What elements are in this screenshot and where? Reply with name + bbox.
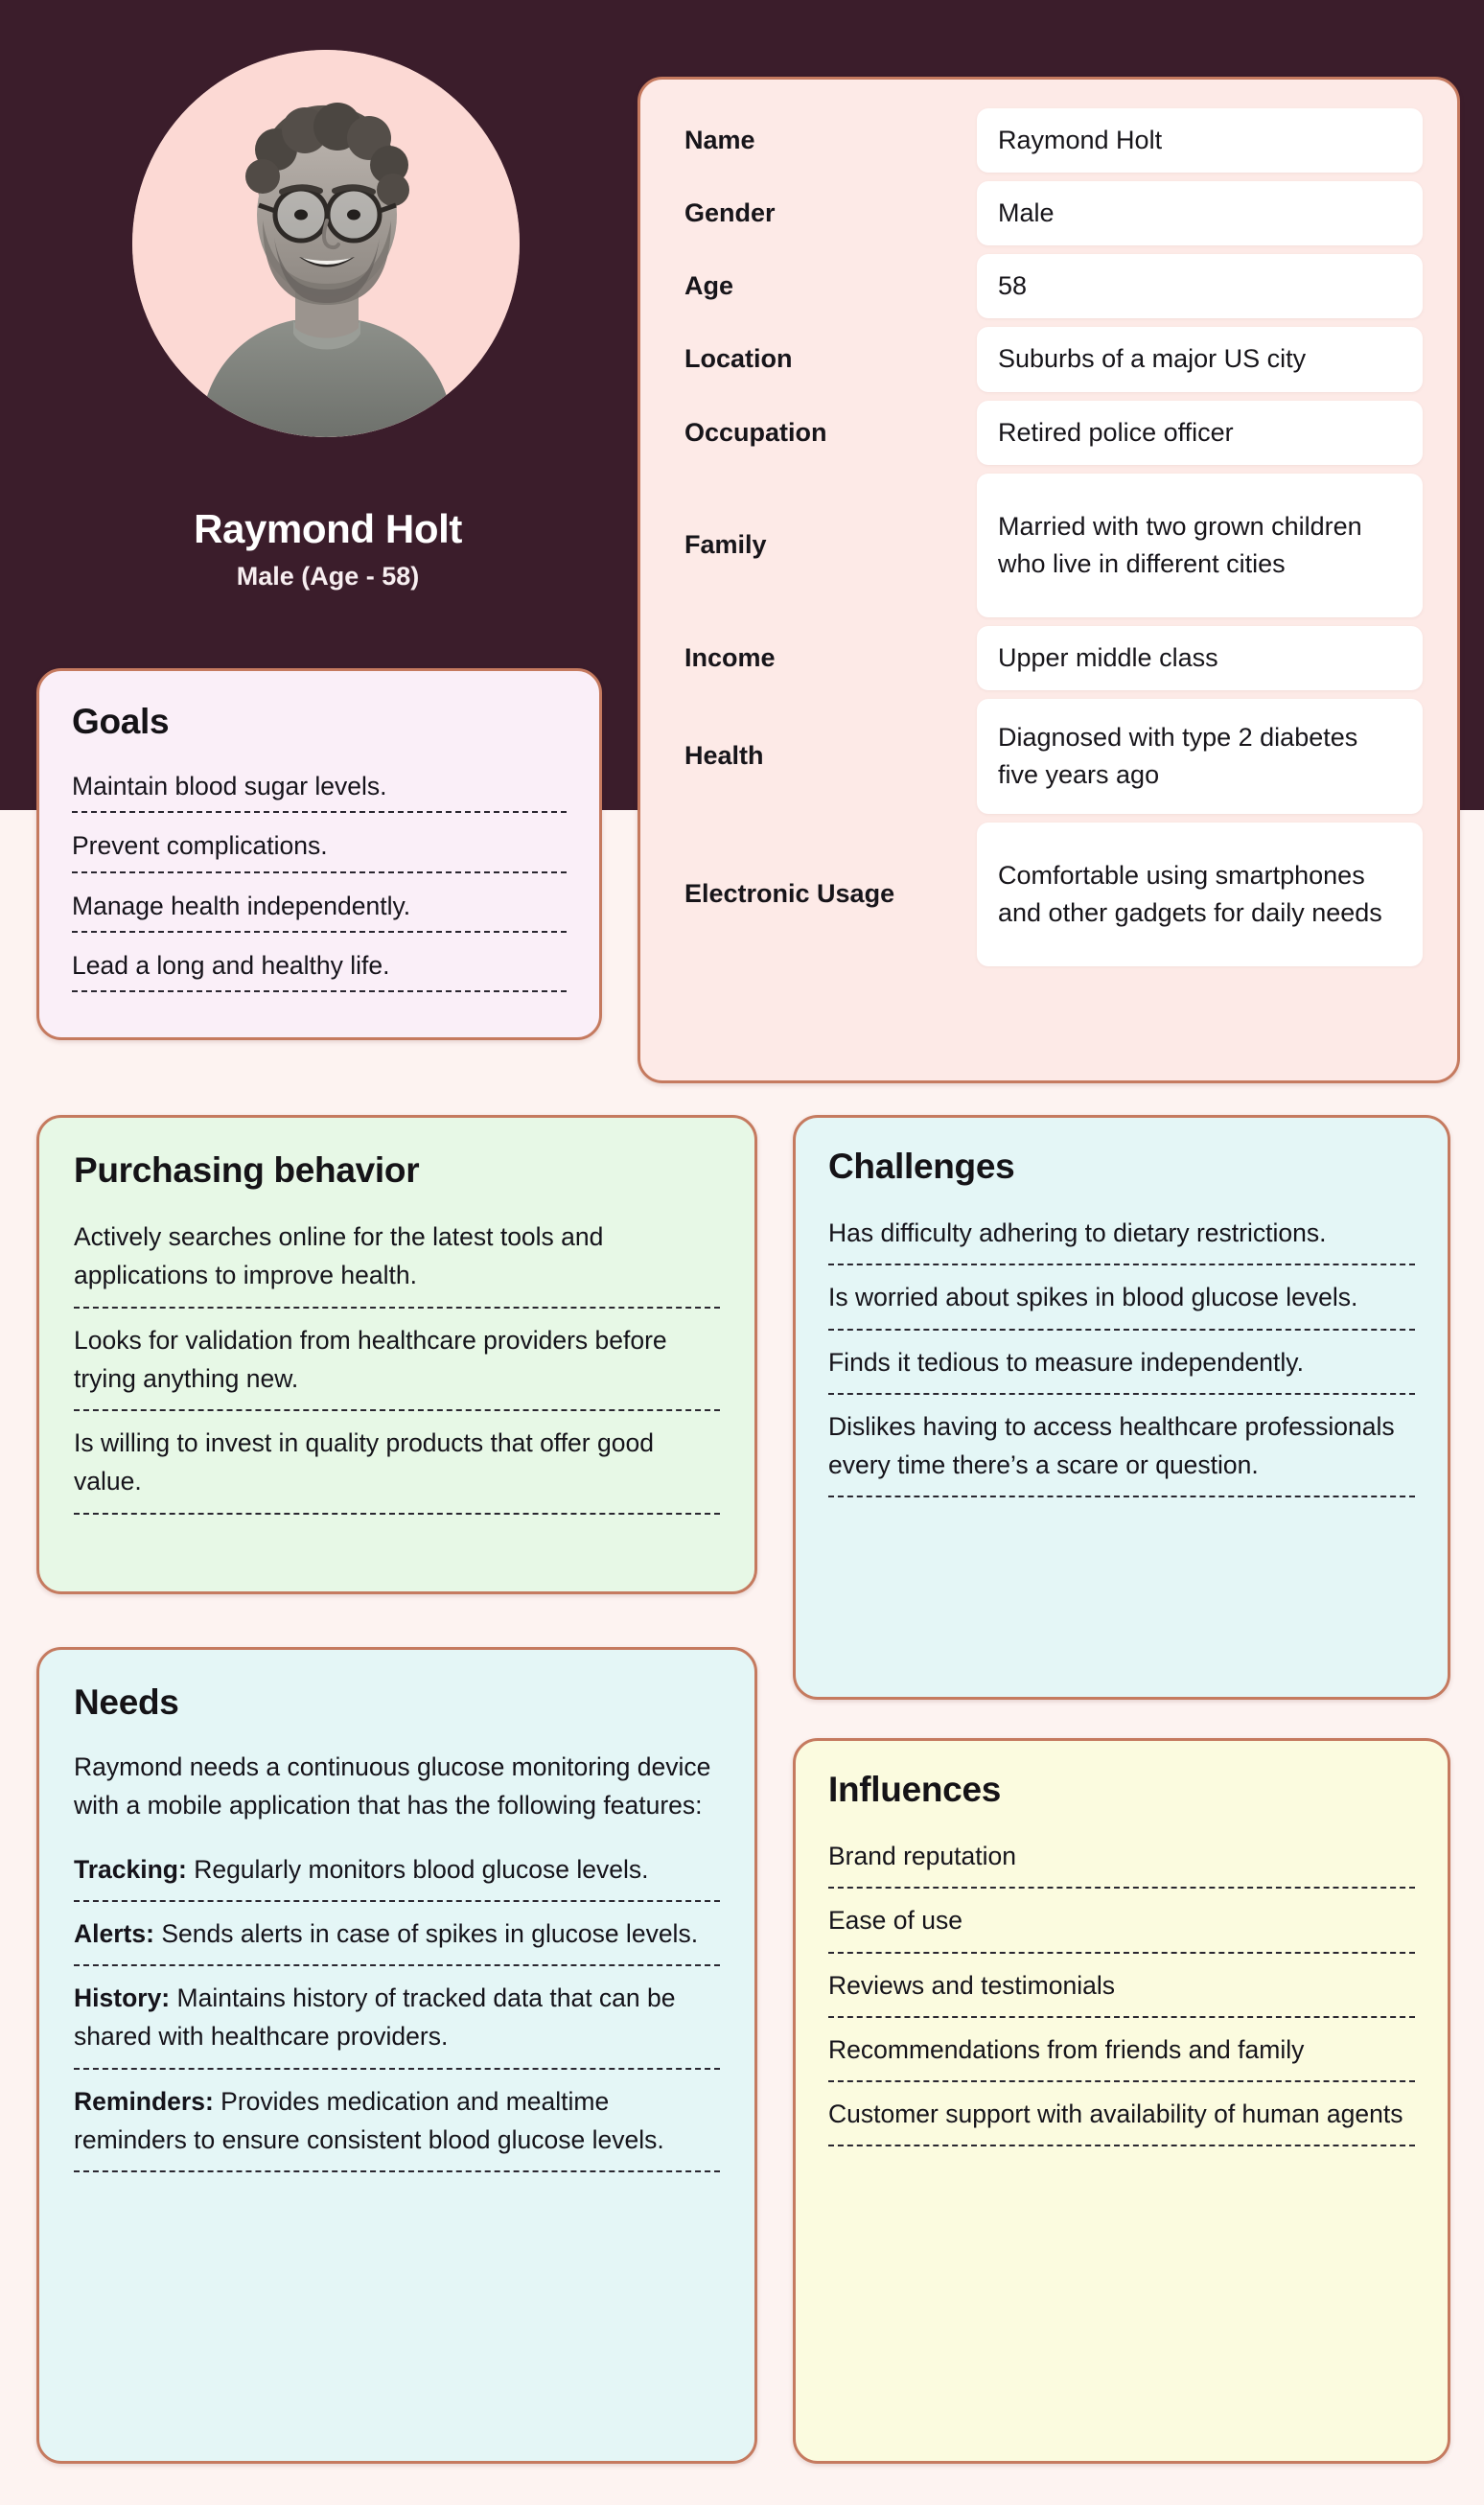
list-item: History: Maintains history of tracked da…: [74, 1977, 720, 2070]
info-row-label: Health: [684, 741, 764, 771]
needs-item-label: Reminders:: [74, 2086, 214, 2116]
list-item: Is willing to invest in quality products…: [74, 1422, 720, 1515]
needs-title: Needs: [74, 1682, 179, 1722]
info-row-label: Location: [684, 344, 793, 374]
persona-info-table: Name Raymond Holt Gender Male Age 58 Location S…: [684, 108, 1423, 975]
list-item: Prevent complications.: [72, 824, 567, 873]
info-row-label: Electronic Usage: [684, 879, 895, 909]
info-row-label: Name: [684, 126, 755, 155]
info-row-value[interactable]: Male: [977, 181, 1423, 246]
needs-item-text: Regularly monitors blood glucose levels.: [186, 1854, 649, 1884]
challenges-list: Has difficulty adhering to dietary restr…: [828, 1212, 1415, 1498]
info-row-value[interactable]: Retired police officer: [977, 400, 1423, 465]
list-item: Reminders: Provides medication and mealt…: [74, 2080, 720, 2173]
challenges-card: Challenges Has difficulty adhering to di…: [793, 1115, 1450, 1700]
avatar: [132, 50, 520, 437]
purchasing-behavior-list: Actively searches online for the latest …: [74, 1216, 720, 1515]
persona-subtitle: Male (Age - 58): [236, 562, 420, 591]
list-item: Recommendations from friends and family: [828, 2029, 1415, 2083]
info-row-value[interactable]: Diagnosed with type 2 diabetes five year…: [977, 698, 1423, 814]
info-row-label: Occupation: [684, 417, 827, 447]
list-item: Lead a long and healthy life.: [72, 944, 567, 993]
avatar-photo-icon: [132, 50, 520, 437]
info-row-value[interactable]: Married with two grown children who live…: [977, 473, 1423, 617]
info-row-label: Gender: [684, 198, 776, 228]
list-item: Ease of use: [828, 1899, 1415, 1954]
list-item: Reviews and testimonials: [828, 1964, 1415, 2018]
list-item: Tracking: Regularly monitors blood gluco…: [74, 1848, 720, 1902]
info-row: Family Married with two grown children wh…: [684, 473, 1423, 617]
list-item: Actively searches online for the latest …: [74, 1216, 720, 1309]
needs-item-label: Tracking:: [74, 1854, 187, 1884]
challenges-title: Challenges: [828, 1147, 1015, 1186]
info-row-value[interactable]: Comfortable using smartphones and other …: [977, 822, 1423, 966]
list-item: Maintain blood sugar levels.: [72, 765, 567, 814]
needs-item-label: History:: [74, 1983, 171, 2013]
list-item: Brand reputation: [828, 1835, 1415, 1890]
goals-list: Maintain blood sugar levels. Prevent comp…: [72, 765, 567, 993]
info-row: Income Upper middle class: [684, 625, 1423, 690]
needs-intro: Raymond needs a continuous glucose monit…: [74, 1752, 711, 1821]
needs-item-label: Alerts:: [74, 1918, 154, 1948]
info-row: Location Suburbs of a major US city: [684, 327, 1423, 392]
info-row: Name Raymond Holt: [684, 108, 1423, 174]
list-item: Alerts: Sends alerts in case of spikes i…: [74, 1913, 720, 1967]
needs-item-text: Sends alerts in case of spikes in glucos…: [153, 1918, 699, 1948]
info-row-label: Age: [684, 271, 734, 301]
info-row: Electronic Usage Comfortable using smartp…: [684, 822, 1423, 966]
persona-name: Raymond Holt: [194, 506, 462, 551]
purchasing-behavior-card: Purchasing behavior Actively searches on…: [36, 1115, 757, 1594]
info-row-label: Family: [684, 530, 767, 560]
needs-list: Tracking: Regularly monitors blood gluco…: [74, 1848, 720, 2173]
info-row: Health Diagnosed with type 2 diabetes fiv…: [684, 698, 1423, 814]
persona-info-card: Name Raymond Holt Gender Male Age 58 Location S…: [638, 77, 1460, 1083]
info-row-value[interactable]: Suburbs of a major US city: [977, 327, 1423, 392]
list-item: Looks for validation from healthcare pro…: [74, 1319, 720, 1412]
info-row: Occupation Retired police officer: [684, 400, 1423, 465]
goals-title: Goals: [72, 702, 170, 741]
purchasing-behavior-title: Purchasing behavior: [74, 1150, 420, 1190]
list-item: Customer support with availability of hu…: [828, 2093, 1415, 2147]
list-item: Is worried about spikes in blood glucose…: [828, 1276, 1415, 1331]
list-item: Has difficulty adhering to dietary restr…: [828, 1212, 1415, 1266]
goals-card: Goals Maintain blood sugar levels. Preven…: [36, 668, 602, 1040]
list-item: Manage health independently.: [72, 885, 567, 933]
list-item: Finds it tedious to measure independentl…: [828, 1341, 1415, 1395]
info-row-value[interactable]: Raymond Holt: [977, 108, 1423, 174]
influences-title: Influences: [828, 1770, 1001, 1809]
info-row: Gender Male: [684, 181, 1423, 246]
info-row-label: Income: [684, 642, 776, 672]
persona-page: Raymond Holt Male (Age - 58) Name Raymond…: [0, 0, 1484, 2505]
info-row-value[interactable]: Upper middle class: [977, 625, 1423, 690]
influences-card: Influences Brand reputation Ease of use Re…: [793, 1738, 1450, 2464]
info-row: Age 58: [684, 254, 1423, 319]
info-row-value[interactable]: 58: [977, 254, 1423, 319]
needs-card: Needs Raymond needs a continuous glucose…: [36, 1647, 757, 2464]
list-item: Dislikes having to access healthcare pro…: [828, 1405, 1415, 1498]
influences-list: Brand reputation Ease of use Reviews and t…: [828, 1835, 1415, 2147]
